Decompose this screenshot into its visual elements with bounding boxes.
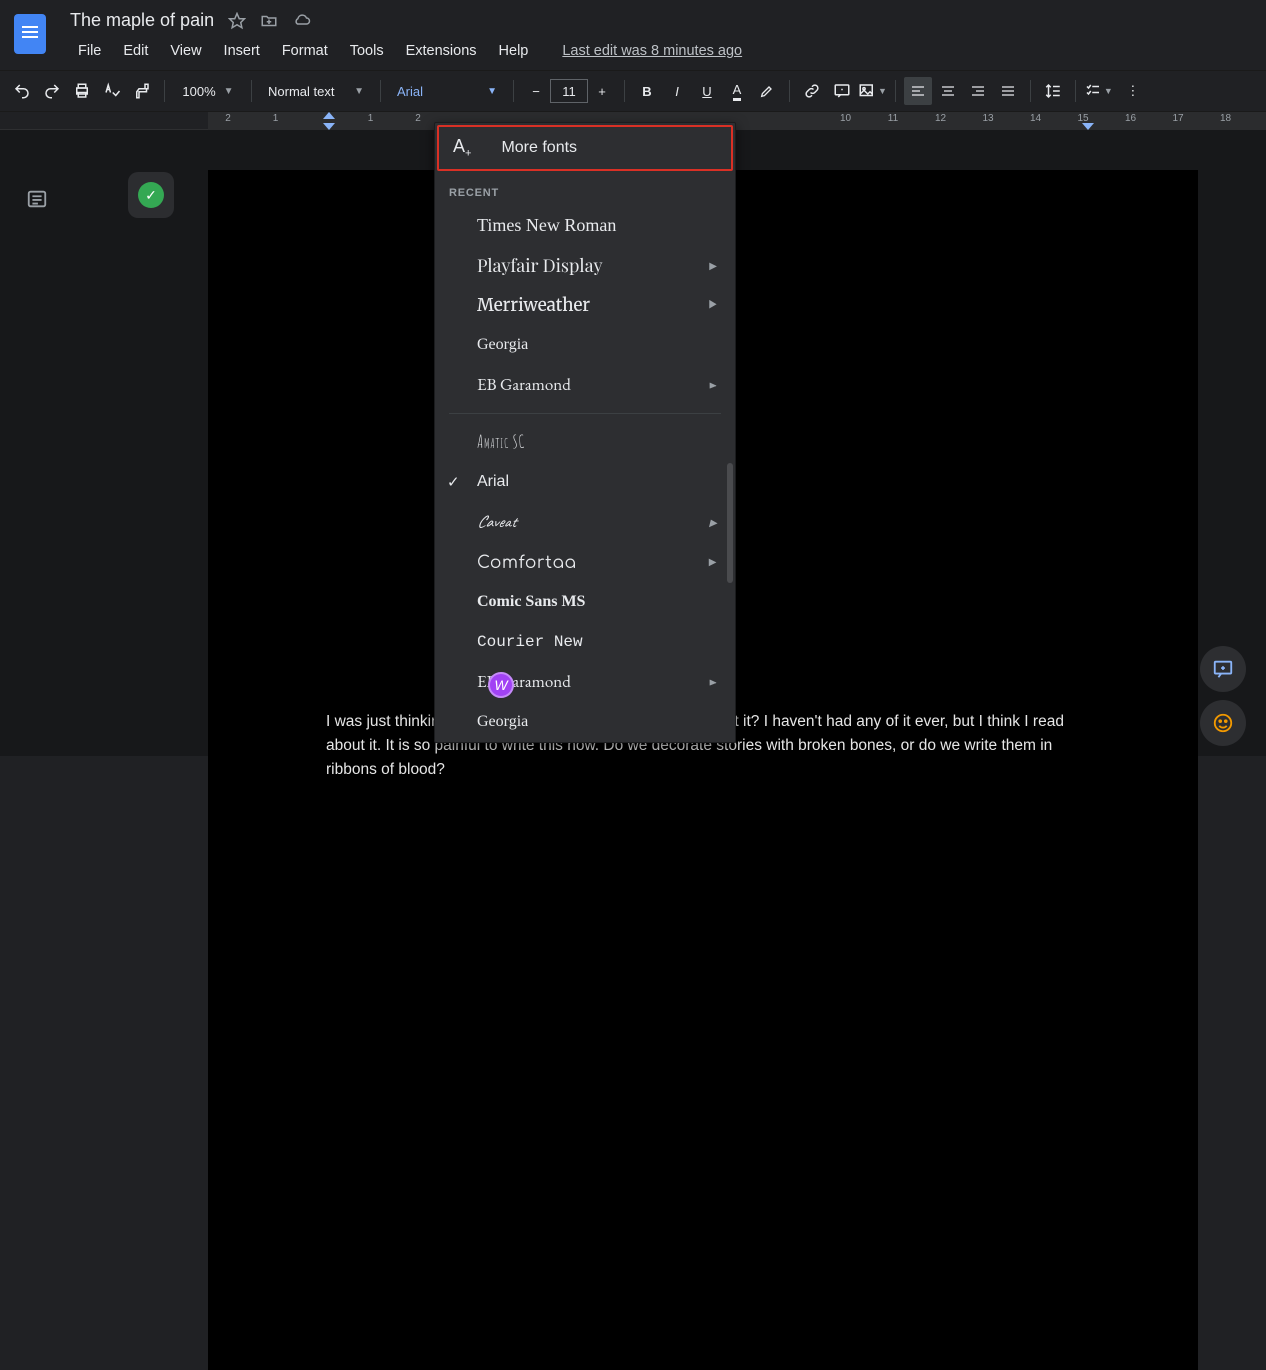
font-menu-scrollbar[interactable] — [727, 463, 733, 583]
undo-button[interactable] — [8, 77, 36, 105]
highlight-button[interactable] — [753, 77, 781, 105]
font-item-courier-new[interactable]: Courier New — [435, 622, 735, 662]
insert-image-button[interactable]: ▼ — [858, 77, 887, 105]
check-icon: ✓ — [138, 182, 164, 208]
font-item-times-new-roman[interactable]: Times New Roman — [435, 205, 735, 245]
menu-view[interactable]: View — [162, 41, 209, 61]
redo-button[interactable] — [38, 77, 66, 105]
grammarly-badge[interactable]: ✓ — [128, 172, 174, 218]
font-item-caveat[interactable]: Caveat▶ — [435, 502, 735, 542]
menu-divider — [449, 413, 721, 414]
font-size-decrease[interactable]: − — [522, 77, 550, 105]
font-item-georgia[interactable]: Georgia — [435, 702, 735, 742]
print-button[interactable] — [68, 77, 96, 105]
align-right-button[interactable] — [964, 77, 992, 105]
more-toolbar-button[interactable]: ⋮ — [1119, 77, 1147, 105]
menu-file[interactable]: File — [70, 41, 109, 61]
submenu-arrow-icon: ▶ — [709, 557, 717, 568]
menu-tools[interactable]: Tools — [342, 41, 392, 61]
submenu-arrow-icon: ▶ — [709, 516, 717, 529]
collaborator-avatar[interactable]: W — [488, 672, 514, 698]
submenu-arrow-icon: ▶ — [709, 379, 717, 392]
submenu-arrow-icon: ▶ — [709, 676, 717, 689]
more-fonts-item[interactable]: A+ More fonts — [437, 125, 733, 171]
recent-fonts-label: RECENT — [435, 173, 735, 205]
font-item-georgia[interactable]: Georgia — [435, 325, 735, 365]
check-icon: ✓ — [447, 473, 460, 491]
menu-extensions[interactable]: Extensions — [398, 41, 485, 61]
menu-format[interactable]: Format — [274, 41, 336, 61]
cloud-status-icon[interactable] — [292, 12, 312, 30]
zoom-dropdown[interactable]: 100%▼ — [173, 77, 243, 105]
font-dropdown-menu: A+ More fonts RECENT Times New RomanPlay… — [434, 122, 736, 743]
font-item-arial[interactable]: Arial✓ — [435, 462, 735, 502]
last-edit-link[interactable]: Last edit was 8 minutes ago — [554, 41, 750, 61]
font-item-amatic-sc[interactable]: Amatic SC — [435, 422, 735, 462]
submenu-arrow-icon: ▶ — [709, 299, 717, 312]
outline-toggle-button[interactable] — [18, 180, 56, 218]
insert-comment-button[interactable] — [828, 77, 856, 105]
menu-insert[interactable]: Insert — [216, 41, 268, 61]
italic-button[interactable]: I — [663, 77, 691, 105]
star-icon[interactable] — [228, 12, 246, 30]
checklist-button[interactable]: ▼ — [1084, 77, 1113, 105]
spellcheck-button[interactable] — [98, 77, 126, 105]
font-item-comfortaa[interactable]: Comfortaa▶ — [435, 542, 735, 582]
insert-link-button[interactable] — [798, 77, 826, 105]
align-justify-button[interactable] — [994, 77, 1022, 105]
line-spacing-button[interactable] — [1039, 77, 1067, 105]
paint-format-button[interactable] — [128, 77, 156, 105]
font-item-eb-garamond[interactable]: EB Garamond▶ — [435, 365, 735, 405]
menu-help[interactable]: Help — [491, 41, 537, 61]
font-add-icon: A+ — [453, 136, 471, 160]
font-size-increase[interactable]: + — [588, 77, 616, 105]
bold-button[interactable]: B — [633, 77, 661, 105]
add-comment-fab[interactable] — [1200, 646, 1246, 692]
underline-button[interactable]: U — [693, 77, 721, 105]
submenu-arrow-icon: ▶ — [709, 258, 717, 272]
font-item-eb-garamond[interactable]: EB Garamond▶ — [435, 662, 735, 702]
toolbar: 100%▼ Normal text▼ Arial▼ − + B I U A ▼ … — [0, 70, 1266, 112]
font-item-playfair-display[interactable]: Playfair Display▶ — [435, 245, 735, 285]
paragraph-style-dropdown[interactable]: Normal text▼ — [260, 77, 372, 105]
document-title[interactable]: The maple of pain — [70, 10, 214, 31]
font-item-comic-sans-ms[interactable]: Comic Sans MS — [435, 582, 735, 622]
font-item-merriweather[interactable]: Merriweather▶ — [435, 285, 735, 325]
font-family-dropdown[interactable]: Arial▼ — [389, 77, 505, 105]
move-icon[interactable] — [260, 12, 278, 30]
font-size-input[interactable] — [550, 79, 588, 103]
emoji-reaction-fab[interactable] — [1200, 700, 1246, 746]
align-left-button[interactable] — [904, 77, 932, 105]
menu-edit[interactable]: Edit — [115, 41, 156, 61]
align-center-button[interactable] — [934, 77, 962, 105]
docs-logo[interactable] — [14, 14, 46, 54]
text-color-button[interactable]: A — [723, 77, 751, 105]
